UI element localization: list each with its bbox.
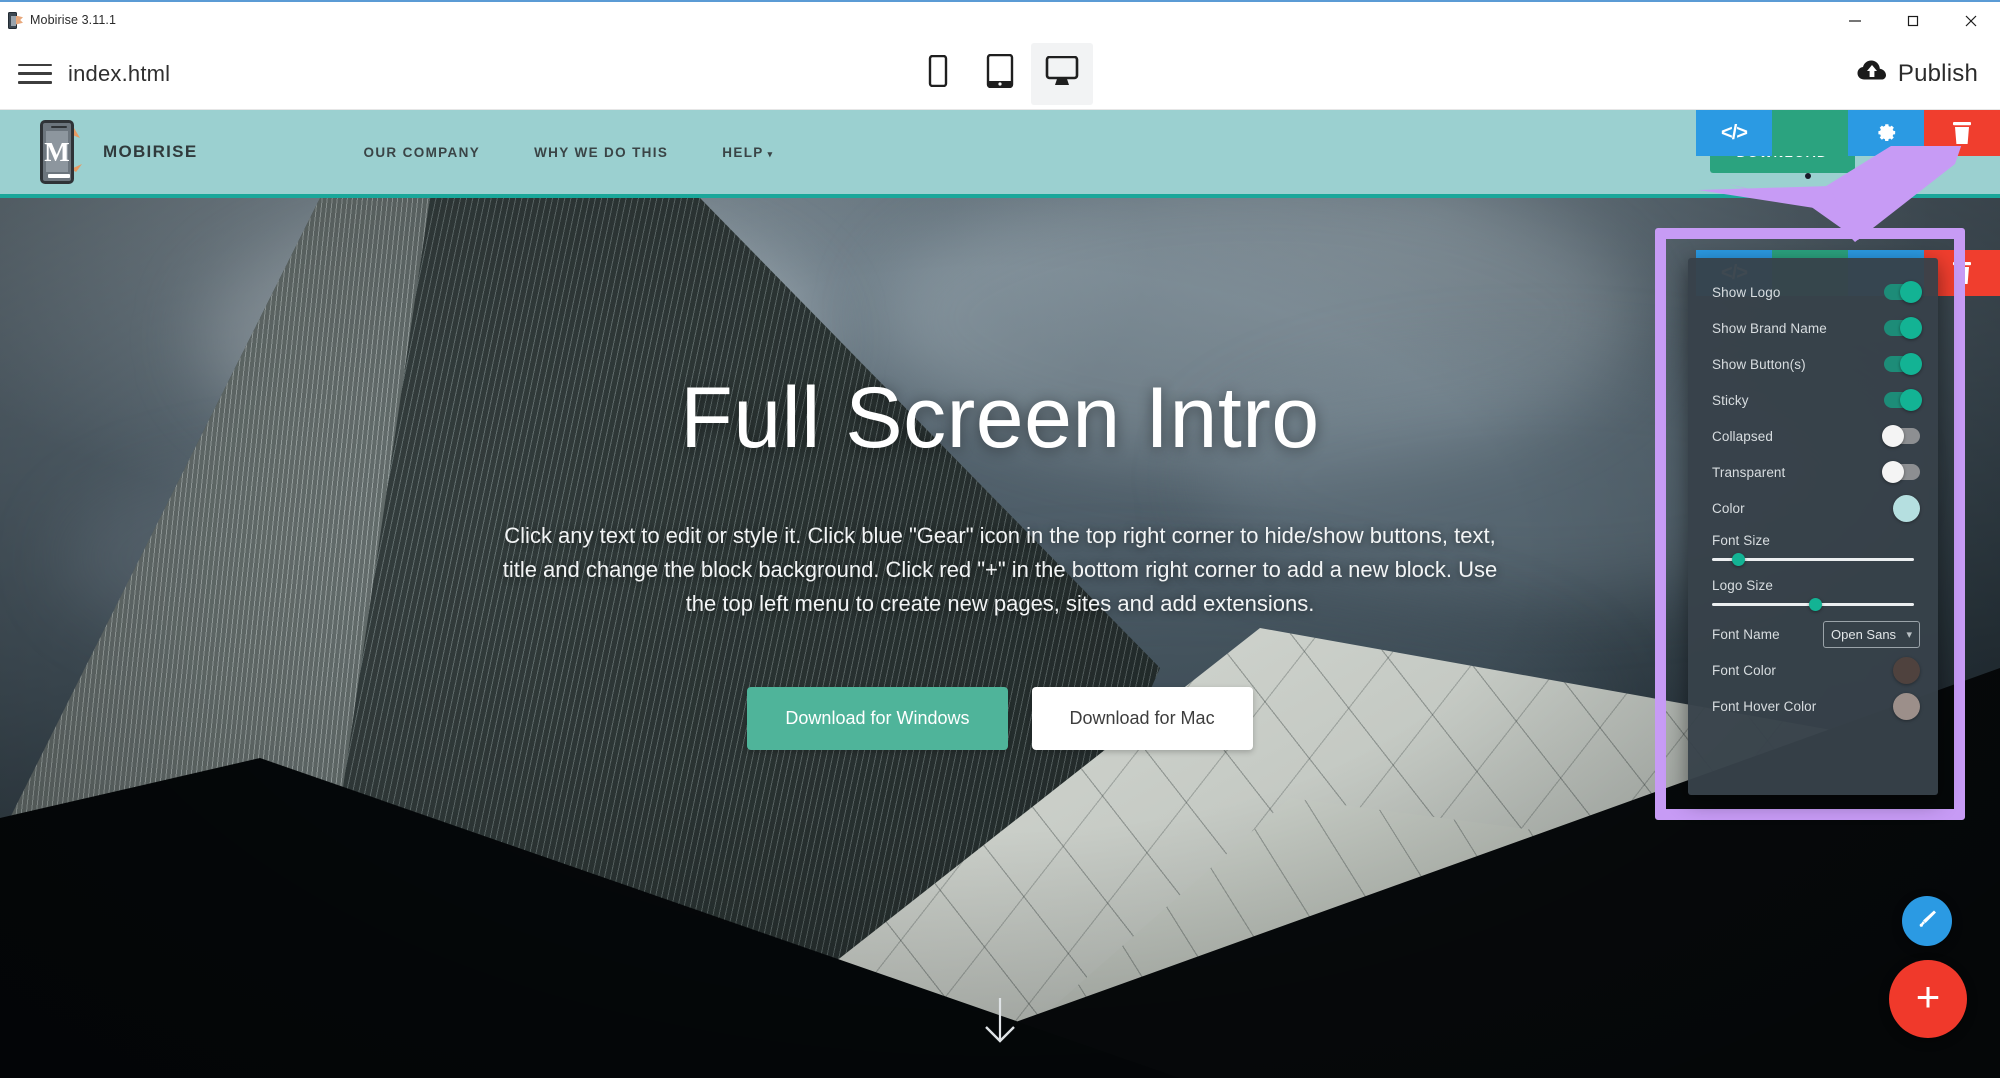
mobirise-logo-icon: M	[36, 120, 90, 184]
setting-label: Font Hover Color	[1712, 698, 1817, 714]
setting-label: Logo Size	[1712, 577, 1773, 593]
setting-label: Color	[1712, 500, 1745, 516]
block-toolbar: </>	[1696, 110, 2000, 156]
download-mac-button[interactable]: Download for Mac	[1031, 686, 1253, 750]
color-swatch-font-hover[interactable]	[1893, 692, 1920, 720]
setting-label: Transparent	[1712, 464, 1786, 480]
window-titlebar: Mobirise 3.11.1	[0, 0, 2000, 38]
logo-phone-shape: M	[40, 120, 74, 184]
nav-link-why-we-do-this[interactable]: WHY WE DO THIS	[534, 145, 668, 160]
scroll-down-arrow-icon[interactable]	[977, 996, 1023, 1048]
mobirise-app-window: Mobirise 3.11.1 index.html Publish M MOB…	[0, 0, 2000, 1078]
block-move-button[interactable]	[1772, 110, 1848, 156]
setting-label: Show Logo	[1712, 284, 1781, 300]
setting-label: Show Brand Name	[1712, 320, 1827, 336]
hero-button-group: Download for Windows Download for Mac	[747, 686, 1253, 750]
setting-label: Sticky	[1712, 392, 1749, 408]
toggle-sticky[interactable]	[1884, 389, 1922, 411]
minimize-button[interactable]	[1826, 2, 1884, 40]
setting-row-show-buttons: Show Button(s)	[1688, 346, 1938, 382]
desktop-monitor-icon	[1045, 55, 1079, 91]
toggle-show-logo[interactable]	[1884, 281, 1922, 303]
close-button[interactable]	[1942, 2, 2000, 40]
page-canvas: M MOBIRISE OUR COMPANY WHY WE DO THIS HE…	[0, 110, 2000, 1078]
toggle-transparent[interactable]	[1882, 461, 1920, 483]
window-controls	[1826, 2, 2000, 40]
setting-row-show-brand-name: Show Brand Name	[1688, 310, 1938, 346]
logo-letter: M	[44, 136, 70, 167]
hero-title[interactable]: Full Screen Intro	[680, 373, 1319, 464]
setting-label: Show Button(s)	[1712, 356, 1806, 372]
page-filename[interactable]: index.html	[68, 61, 170, 87]
block-delete-button[interactable]	[1924, 110, 2000, 156]
toggle-show-buttons[interactable]	[1884, 353, 1922, 375]
publish-label: Publish	[1897, 59, 1978, 87]
viewport-switcher	[907, 42, 1093, 105]
setting-label: Font Size	[1712, 532, 1770, 548]
publish-button[interactable]: Publish	[1857, 60, 1978, 88]
chevron-down-icon: ▾	[767, 148, 774, 159]
hamburger-menu-icon[interactable]	[18, 61, 52, 87]
slider-row-logo-size	[1688, 598, 1938, 616]
style-editor-fab[interactable]	[1902, 896, 1952, 946]
setting-row-font-color: Font Color	[1688, 652, 1938, 688]
hero-subtitle[interactable]: Click any text to edit or style it. Clic…	[500, 519, 1500, 621]
maximize-button[interactable]	[1884, 2, 1942, 40]
setting-row-show-logo: Show Logo	[1688, 274, 1938, 310]
editor-toolbar: index.html Publish	[0, 38, 2000, 110]
trash-icon	[1952, 261, 1972, 285]
slider-row-font-size	[1688, 553, 1938, 571]
setting-row-sticky: Sticky	[1688, 382, 1938, 418]
cloud-upload-icon	[1857, 60, 1887, 87]
setting-row-transparent: Transparent	[1688, 454, 1938, 490]
toggle-show-brand-name[interactable]	[1884, 317, 1922, 339]
viewport-mobile-button[interactable]	[907, 43, 969, 105]
toggle-collapsed[interactable]	[1882, 425, 1920, 447]
viewport-desktop-button[interactable]	[1031, 42, 1093, 105]
setting-label: Font Name	[1712, 626, 1780, 642]
slider-font-size[interactable]	[1712, 553, 1914, 566]
setting-label: Font Color	[1712, 662, 1777, 678]
setting-row-logo-size: Logo Size	[1688, 571, 1938, 599]
tablet-icon	[986, 53, 1014, 93]
nav-link-label: OUR COMPANY	[363, 144, 481, 160]
color-swatch-background[interactable]	[1893, 494, 1920, 522]
mobirise-app-icon	[8, 11, 23, 29]
app-title: Mobirise 3.11.1	[30, 13, 117, 27]
setting-row-collapsed: Collapsed	[1688, 418, 1938, 454]
block-code-button[interactable]: </>	[1696, 110, 1772, 156]
slider-logo-size[interactable]	[1712, 598, 1914, 611]
navbar-links: OUR COMPANY WHY WE DO THIS HELP ▾	[363, 145, 773, 160]
setting-label: Collapsed	[1712, 428, 1773, 444]
code-brackets-icon: </>	[1721, 121, 1748, 144]
setting-row-font-size: Font Size	[1688, 526, 1938, 554]
nav-link-label: HELP	[722, 144, 764, 160]
select-font-name[interactable]: Open Sans ▾	[1823, 620, 1920, 648]
block-settings-button[interactable]	[1848, 110, 1924, 156]
titlebar-identity: Mobirise 3.11.1	[0, 11, 117, 29]
nav-link-help[interactable]: HELP ▾	[722, 145, 773, 160]
add-block-fab[interactable]: +	[1889, 960, 1967, 1038]
navbar-settings-panel: Show Logo Show Brand Name Show Button(s)…	[1688, 258, 1938, 795]
download-windows-button[interactable]: Download for Windows	[747, 686, 1008, 750]
viewport-tablet-button[interactable]	[969, 43, 1031, 105]
trash-icon	[1952, 121, 1972, 145]
setting-row-font-name: Font Name Open Sans ▾	[1688, 616, 1938, 652]
nav-link-label: WHY WE DO THIS	[534, 144, 669, 160]
plus-icon: +	[1915, 973, 1941, 1020]
navbar-brand[interactable]: M MOBIRISE	[36, 120, 197, 184]
setting-row-font-hover-color: Font Hover Color	[1688, 688, 1938, 724]
chevron-down-icon: ▾	[1906, 628, 1912, 641]
select-font-name-value: Open Sans	[1831, 626, 1897, 642]
navbar-brand-name: MOBIRISE	[103, 142, 198, 161]
mobile-phone-icon	[927, 54, 949, 92]
nav-link-our-company[interactable]: OUR COMPANY	[363, 145, 480, 160]
color-swatch-font[interactable]	[1893, 656, 1920, 684]
gear-icon	[1874, 121, 1898, 145]
paintbrush-icon	[1915, 907, 1939, 936]
setting-row-color: Color	[1688, 490, 1938, 526]
